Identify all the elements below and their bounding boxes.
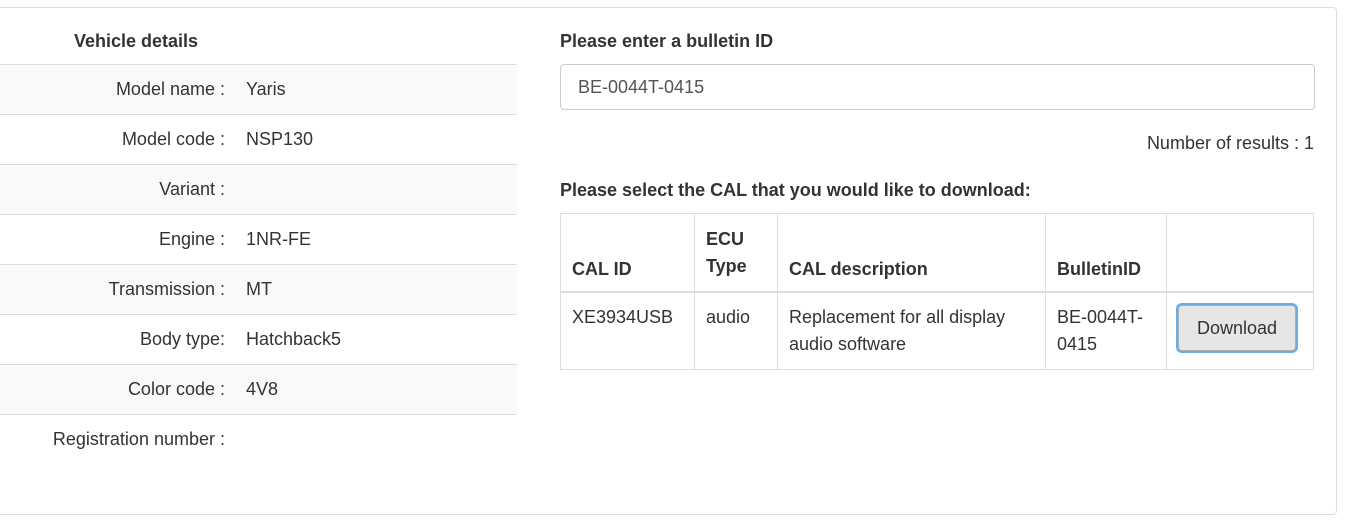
vehicle-row-label: Color code : [127, 379, 225, 399]
table-row: XE3934USB audio Replacement for all disp… [560, 291, 1314, 370]
vehicle-details-title: Vehicle details [74, 31, 199, 51]
download-button[interactable]: Download [1178, 304, 1297, 351]
vehicle-row-label: Transmission : [108, 279, 225, 299]
cell-ecu-type: audio [694, 291, 778, 370]
vehicle-row-value: MT [246, 279, 272, 299]
header-cal-id: CAL ID [560, 213, 695, 293]
vehicle-row-label: Variant : [159, 179, 225, 199]
vehicle-row-label: Model name : [115, 79, 225, 99]
header-ecu-type: ECU Type [694, 213, 778, 293]
vehicle-row-registration: Registration number : [0, 414, 517, 464]
header-cal-description: CAL description [777, 213, 1046, 293]
cal-table-header-row: CAL ID ECU Type CAL description Bulletin… [560, 213, 1314, 293]
results-count: Number of results : 1 [1146, 133, 1314, 153]
vehicle-row-value: 4V8 [246, 379, 279, 399]
vehicle-row-transmission: Transmission : MT [0, 264, 517, 314]
bulletin-id-input[interactable] [560, 64, 1315, 110]
cell-cal-id: XE3934USB [560, 291, 695, 370]
vehicle-row-variant: Variant : [0, 164, 517, 214]
vehicle-row-label: Engine : [158, 229, 225, 249]
vehicle-row-engine: Engine : 1NR-FE [0, 214, 517, 264]
vehicle-details-table: Model name : Yaris Model code : NSP130 V… [0, 64, 517, 464]
cell-bulletin-id: BE-0044T-0415 [1045, 291, 1167, 370]
cell-action: Download [1166, 291, 1314, 370]
vehicle-row-label: Registration number : [52, 429, 225, 449]
header-bulletin-id: BulletinID [1045, 213, 1167, 293]
vehicle-row-value: Hatchback5 [246, 329, 342, 349]
header-action [1166, 213, 1314, 293]
vehicle-row-color-code: Color code : 4V8 [0, 364, 517, 414]
cal-select-prompt: Please select the CAL that you would lik… [560, 180, 1031, 200]
vehicle-row-value: NSP130 [246, 129, 314, 149]
vehicle-row-label: Model code : [121, 129, 225, 149]
cell-description: Replacement for all display audio softwa… [777, 291, 1046, 370]
vehicle-row-body-type: Body type: Hatchback5 [0, 314, 517, 364]
header-ecu-type-label: ECU Type [706, 228, 747, 276]
bulletin-id-label: Please enter a bulletin ID [560, 31, 774, 51]
cell-bulletin-id-text: BE-0044T-0415 [1057, 306, 1144, 354]
vehicle-row-value: 1NR-FE [246, 229, 312, 249]
vehicle-row-model-name: Model name : Yaris [0, 64, 517, 114]
vehicle-row-model-code: Model code : NSP130 [0, 114, 517, 164]
cal-table: CAL ID ECU Type CAL description Bulletin… [560, 213, 1314, 370]
vehicle-row-label: Body type: [139, 329, 225, 349]
vehicle-row-value: Yaris [246, 79, 286, 99]
